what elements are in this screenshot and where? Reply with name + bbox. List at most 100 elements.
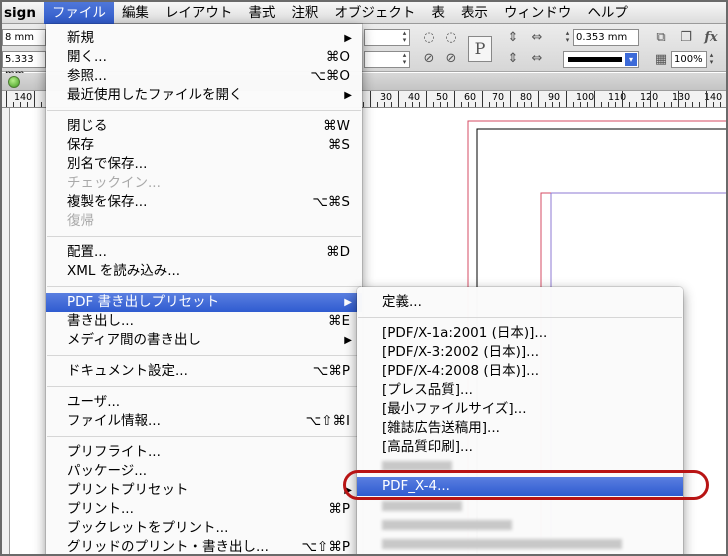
menu-view[interactable]: 表示 bbox=[453, 2, 496, 24]
menu-item-preflight[interactable]: プリフライト... bbox=[46, 443, 362, 462]
menu-item-file-info[interactable]: ファイル情報... ⌥⇧⌘I bbox=[46, 412, 362, 431]
reference-point-icon[interactable]: P bbox=[468, 36, 492, 62]
menu-item-blurred[interactable] bbox=[357, 497, 683, 516]
menu-item-define[interactable]: 定義... bbox=[357, 293, 683, 312]
ruler-label: 110 bbox=[608, 92, 627, 103]
fit-frame-icon[interactable]: ⧉ bbox=[652, 29, 670, 47]
menu-item-high-quality-print[interactable]: [高品質印刷]... bbox=[357, 438, 683, 457]
menu-object[interactable]: オブジェクト bbox=[326, 2, 423, 24]
zoom-stepper-icon[interactable]: ▴ ▾ bbox=[707, 52, 716, 67]
submenu-arrow-icon: ▶ bbox=[344, 485, 352, 496]
menu-item-save[interactable]: 保存 ⌘S bbox=[46, 136, 362, 155]
menu-item-open-recent[interactable]: 最近使用したファイルを開く ▶ bbox=[46, 86, 362, 105]
menu-layout[interactable]: レイアウト bbox=[157, 2, 241, 24]
ruler-tick bbox=[629, 102, 630, 107]
ruler-tick bbox=[524, 102, 525, 107]
menu-item-import-xml[interactable]: XML を読み込み... bbox=[46, 262, 362, 281]
menu-item-blurred[interactable] bbox=[357, 516, 683, 535]
menu-window[interactable]: ウィンドウ bbox=[496, 2, 580, 24]
menu-file[interactable]: ファイル bbox=[43, 2, 114, 24]
menu-notes[interactable]: 注釈 bbox=[283, 2, 326, 24]
ruler-label: 130 bbox=[672, 92, 691, 103]
flip-icon[interactable]: ⊘ bbox=[420, 50, 438, 68]
flip-vertical-icon[interactable]: ⊘ bbox=[442, 50, 460, 68]
zoom-window-icon[interactable] bbox=[8, 76, 20, 88]
menu-item-new[interactable]: 新規 ▶ bbox=[46, 29, 362, 48]
file-menu-dropdown: 新規 ▶ 開く... ⌘O 参照... ⌥⌘O 最近使用したファイルを開く ▶ 閉じる ⌘… bbox=[46, 24, 362, 554]
vertical-ruler bbox=[2, 108, 10, 554]
menu-item-save-copy[interactable]: 複製を保存... ⌥⌘S bbox=[46, 193, 362, 212]
menu-item-package[interactable]: パッケージ... bbox=[46, 462, 362, 481]
menu-item-grid-print-export[interactable]: グリッドのプリント・書き出し... ⌥⇧⌘P bbox=[46, 538, 362, 554]
ruler-tick bbox=[538, 91, 539, 107]
menu-table[interactable]: 表 bbox=[423, 2, 453, 24]
pdf-presets-submenu: 定義... [PDF/X-1a:2001 (日本)]... [PDF/X-3:2… bbox=[357, 287, 683, 554]
ruler-tick bbox=[461, 102, 462, 107]
menu-item-pdfx4[interactable]: [PDF/X-4:2008 (日本)]... bbox=[357, 362, 683, 381]
ruler-tick bbox=[706, 91, 707, 107]
zoom-field[interactable]: 100% bbox=[671, 51, 707, 68]
menu-item-magazine-ads[interactable]: [雑誌広告送稿用]... bbox=[357, 419, 683, 438]
opacity-icon[interactable]: ▦ bbox=[652, 51, 670, 69]
select-container-icon[interactable]: ⇕ bbox=[504, 29, 522, 47]
y-position-field[interactable]: 5.333 mm bbox=[2, 51, 46, 80]
select-content-icon[interactable]: ⇔ bbox=[528, 29, 546, 47]
menu-item-close[interactable]: 閉じる ⌘W bbox=[46, 117, 362, 136]
menu-item-smallest-file[interactable]: [最小ファイルサイズ]... bbox=[357, 400, 683, 419]
menu-item-user[interactable]: ユーザ... bbox=[46, 393, 362, 412]
menu-item-print-booklet[interactable]: ブックレットをプリント... bbox=[46, 519, 362, 538]
menu-item-save-as[interactable]: 別名で保存... bbox=[46, 155, 362, 174]
menu-item-revert: 復帰 bbox=[67, 213, 94, 229]
submenu-arrow-icon: ▶ bbox=[344, 297, 352, 308]
ruler-tick bbox=[608, 102, 609, 107]
ruler-tick bbox=[622, 91, 623, 107]
ruler-tick bbox=[685, 102, 686, 107]
ruler-tick bbox=[384, 102, 385, 107]
menu-item-press-quality[interactable]: [プレス品質]... bbox=[357, 381, 683, 400]
menu-type[interactable]: 書式 bbox=[240, 2, 283, 24]
ruler-tick bbox=[426, 91, 427, 107]
blurred-placeholder bbox=[382, 520, 512, 530]
select-previous-icon[interactable]: ⇕ bbox=[504, 50, 522, 68]
ruler-tick bbox=[496, 102, 497, 107]
stroke-stepper-icon[interactable]: ▴ ▾ bbox=[563, 30, 572, 45]
app-window: sign ファイル 編集 レイアウト 書式 注釈 オブジェクト 表 表示 ウィン… bbox=[0, 0, 728, 556]
ruler-tick bbox=[363, 102, 364, 107]
menu-help[interactable]: ヘルプ bbox=[579, 2, 636, 24]
ruler-tick bbox=[503, 102, 504, 107]
effects-icon[interactable]: fx bbox=[702, 29, 720, 47]
stepper-arrows-icon[interactable]: ▴ ▾ bbox=[400, 52, 409, 67]
menu-item-export[interactable]: 書き出し... ⌘E bbox=[46, 312, 362, 331]
menu-item-pdfx3[interactable]: [PDF/X-3:2002 (日本)]... bbox=[357, 343, 683, 362]
menu-item-blurred[interactable] bbox=[357, 535, 683, 554]
menu-edit[interactable]: 編集 bbox=[114, 2, 157, 24]
ruler-tick bbox=[692, 102, 693, 107]
menu-item-document-setup[interactable]: ドキュメント設定... ⌥⌘P bbox=[46, 362, 362, 381]
rotate-icon[interactable]: ◌ bbox=[420, 29, 438, 47]
ruler-tick bbox=[650, 91, 651, 107]
menu-item-blurred[interactable] bbox=[357, 457, 683, 476]
menu-separator bbox=[47, 110, 361, 111]
menu-item-pdf-x4-custom[interactable]: PDF_X-4... bbox=[357, 477, 683, 496]
stroke-type-dropdown[interactable]: ▾ bbox=[563, 51, 639, 68]
app-menu-label[interactable]: sign bbox=[2, 5, 44, 21]
drop-shadow-icon[interactable]: ❐ bbox=[677, 29, 695, 47]
menu-bar: sign ファイル 編集 レイアウト 書式 注釈 オブジェクト 表 表示 ウィン… bbox=[2, 2, 726, 24]
ruler-tick bbox=[573, 102, 574, 107]
ruler-tick bbox=[587, 102, 588, 107]
stroke-weight-field[interactable]: 0.353 mm bbox=[573, 29, 639, 46]
menu-item-pdfx1a[interactable]: [PDF/X-1a:2001 (日本)]... bbox=[357, 324, 683, 343]
menu-item-print-presets[interactable]: プリントプリセット ▶ bbox=[46, 481, 362, 500]
select-next-icon[interactable]: ⇔ bbox=[528, 50, 546, 68]
x-position-field[interactable]: 8 mm bbox=[2, 29, 46, 46]
menu-item-browse[interactable]: 参照... ⌥⌘O bbox=[46, 67, 362, 86]
ruler-tick bbox=[566, 91, 567, 107]
rotate-ccw-icon[interactable]: ◌ bbox=[442, 29, 460, 47]
stepper-arrows-icon[interactable]: ▴ ▾ bbox=[400, 30, 409, 45]
menu-item-print[interactable]: プリント... ⌘P bbox=[46, 500, 362, 519]
menu-item-cross-media-export[interactable]: メディア間の書き出し ▶ bbox=[46, 331, 362, 350]
menu-item-open[interactable]: 開く... ⌘O bbox=[46, 48, 362, 67]
menu-item-place[interactable]: 配置... ⌘D bbox=[46, 243, 362, 262]
menu-item-pdf-export-presets[interactable]: PDF 書き出しプリセット ▶ bbox=[46, 293, 362, 312]
ruler-tick bbox=[454, 91, 455, 107]
